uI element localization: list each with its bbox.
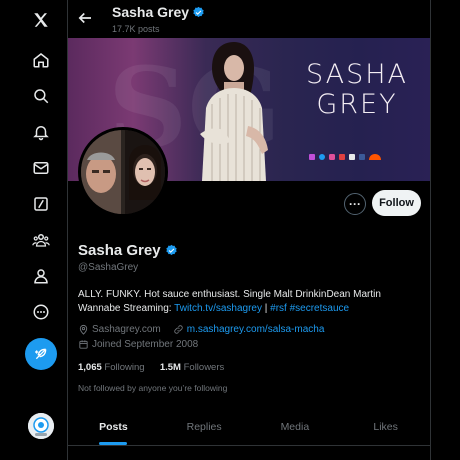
more-circle-icon[interactable]	[27, 298, 55, 326]
profile-handle: @SashaGrey	[78, 262, 139, 273]
profile-location: Sashagrey.com	[92, 324, 161, 335]
tab-likes[interactable]: Likes	[340, 408, 430, 445]
notifications-bell-icon[interactable]	[27, 118, 55, 146]
profile-avatar[interactable]	[78, 127, 168, 217]
verified-badge-icon	[193, 6, 204, 17]
followers-label: Followers	[183, 362, 225, 373]
following-label: Following	[104, 362, 145, 373]
location-pin-icon	[79, 324, 88, 335]
bio-separator: |	[261, 303, 271, 314]
messages-envelope-icon[interactable]	[27, 154, 55, 182]
verified-badge-icon[interactable]	[165, 244, 178, 257]
profile-website-link[interactable]: m.sashagrey.com/salsa-macha	[187, 324, 325, 335]
profile-icon[interactable]	[27, 262, 55, 290]
tab-replies-label: Replies	[186, 420, 222, 433]
header-name: Sasha Grey	[112, 4, 190, 20]
sidebar-nav	[0, 0, 68, 460]
x-logo-icon[interactable]	[27, 6, 55, 34]
tab-media-label: Media	[280, 420, 310, 433]
profile-meta-row: Sashagrey.com m.sashagrey.com/salsa-mach…	[78, 324, 324, 335]
following-count: 1,065	[78, 362, 102, 373]
tab-media[interactable]: Media	[250, 408, 341, 445]
more-options-button[interactable]: ···	[344, 193, 366, 215]
header-title: Sasha Grey	[112, 4, 205, 20]
profile-header-bar: Sasha Grey 17.7K posts	[68, 0, 430, 38]
profile-joined-row: Joined September 2008	[78, 339, 198, 350]
banner-logo-line1: SASHA	[305, 59, 409, 90]
tab-likes-label: Likes	[373, 420, 398, 433]
back-arrow-icon[interactable]	[76, 9, 94, 27]
account-avatar-icon[interactable]	[28, 413, 54, 439]
profile-joined-date: Joined September 2008	[92, 339, 199, 350]
followers-link[interactable]: 1.5M Followers	[160, 362, 224, 373]
profile-column: Sasha Grey 17.7K posts SG SASHA GREY ···…	[68, 0, 431, 460]
tab-posts[interactable]: Posts	[68, 408, 159, 445]
home-icon[interactable]	[27, 46, 55, 74]
followers-count: 1.5M	[159, 362, 181, 373]
not-followed-note: Not followed by anyone you’re following	[78, 383, 228, 393]
profile-bio: ALLY. FUNKY. Hot sauce enthusiast. Singl…	[78, 288, 423, 316]
more-dots-icon: ···	[349, 197, 361, 211]
display-name-text: Sasha Grey	[78, 242, 161, 259]
post-compose-button[interactable]	[25, 338, 57, 370]
banner-social-icons	[309, 154, 381, 160]
active-tab-indicator	[99, 442, 128, 445]
banner-logo: SASHA GREY	[302, 60, 412, 120]
communities-icon[interactable]	[27, 226, 55, 254]
follow-stats: 1,065 Following 1.5M Followers	[78, 362, 224, 373]
compose-feather-icon	[35, 348, 47, 360]
bio-twitch-link[interactable]: Twitch.tv/sashagrey	[174, 303, 262, 314]
tab-posts-label: Posts	[99, 420, 128, 433]
search-icon[interactable]	[27, 82, 55, 110]
post-count: 17.7K posts	[112, 24, 160, 34]
tab-replies[interactable]: Replies	[159, 408, 250, 445]
following-link[interactable]: 1,065 Following	[78, 362, 145, 373]
bio-hashtags[interactable]: #rsf #secretsauce	[270, 303, 349, 314]
banner-portrait-graphic	[200, 42, 268, 181]
grok-icon[interactable]	[27, 190, 55, 218]
profile-display-name: Sasha Grey	[78, 242, 178, 259]
link-icon	[174, 325, 183, 334]
banner-logo-line2: GREY	[316, 89, 398, 120]
calendar-icon	[79, 340, 88, 349]
profile-tabs: Posts Replies Media Likes	[68, 408, 430, 446]
follow-button[interactable]: Follow	[372, 190, 421, 216]
